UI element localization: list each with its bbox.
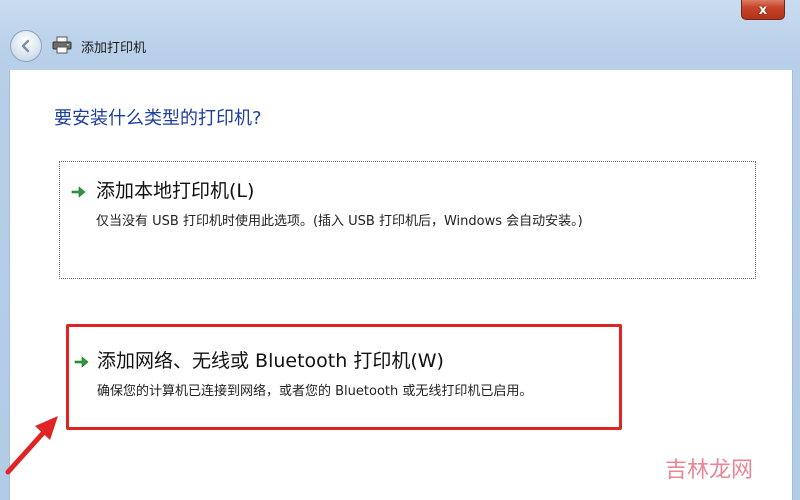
close-icon: x [758, 2, 768, 18]
window-title: 添加打印机 [81, 41, 147, 56]
option-title: 添加网络、无线或 Bluetooth 打印机(W) [97, 350, 444, 372]
option-description: 确保您的计算机已连接到网络，或者您的 Bluetooth 或无线打印机已启用。 [97, 384, 533, 399]
close-button[interactable]: x [741, 0, 785, 20]
title-bar: 添加打印机 [0, 24, 800, 70]
back-arrow-icon [21, 39, 30, 53]
printer-icon [52, 36, 72, 54]
add-network-printer-option[interactable]: 添加网络、无线或 Bluetooth 打印机(W) 确保您的计算机已连接到网络，… [66, 324, 622, 430]
watermark: 吉林龙网 [665, 458, 754, 483]
green-arrow-icon [71, 186, 86, 198]
back-button[interactable] [10, 30, 42, 62]
green-arrow-icon [74, 356, 89, 368]
option-description: 仅当没有 USB 打印机时使用此选项。(插入 USB 打印机后，Windows … [96, 214, 583, 229]
add-local-printer-option[interactable]: 添加本地打印机(L) 仅当没有 USB 打印机时使用此选项。(插入 USB 打印… [59, 161, 756, 279]
option-title: 添加本地打印机(L) [96, 180, 255, 202]
window-frame: x 添加打印机 要安装什么类型的打印机? 添加本地打印机(L) 仅当没有 USB… [0, 0, 800, 500]
annotation-arrow-icon [5, 416, 58, 475]
wizard-content: 要安装什么类型的打印机? 添加本地打印机(L) 仅当没有 USB 打印机时使用此… [9, 70, 793, 500]
page-question: 要安装什么类型的打印机? [54, 108, 262, 129]
